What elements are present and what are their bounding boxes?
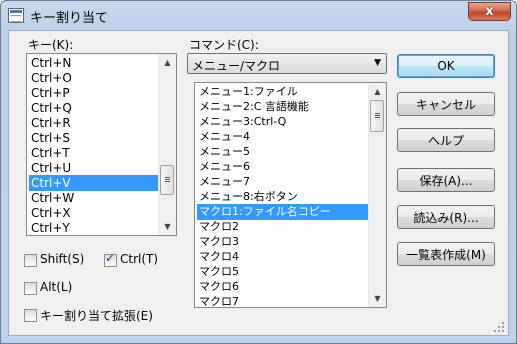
command-list-scrollbar[interactable]: ▲ ▼ [368, 83, 386, 307]
command-list-item[interactable]: メニュー1:ファイル [197, 84, 369, 100]
load-button[interactable]: 読込み(R)... [397, 205, 495, 229]
command-list-scroll-thumb[interactable] [370, 100, 384, 132]
title-bar[interactable]: キー割り当て x [1, 1, 516, 31]
alt-checkbox-label[interactable]: Alt(L) [40, 280, 72, 294]
close-icon: x [485, 4, 494, 19]
command-list-item[interactable]: マクロ7 [197, 294, 369, 307]
shift-checkbox-label[interactable]: Shift(S) [40, 252, 84, 266]
command-list-item[interactable]: メニュー4 [197, 129, 369, 145]
dialog-window: キー割り当て x キー(K): Ctrl+N Ctrl+O Ctrl+P Ctrl+Q… [0, 0, 517, 344]
help-button[interactable]: ヘルプ [397, 128, 495, 152]
ctrl-checkbox-label[interactable]: Ctrl(T) [120, 252, 158, 266]
key-list-item[interactable]: Ctrl+N [29, 55, 161, 71]
key-list-item[interactable]: Ctrl+Y [29, 220, 161, 235]
command-list-item[interactable]: マクロ1:ファイル名コピー [197, 204, 369, 220]
command-listbox[interactable]: メニュー1:ファイル メニュー2:C 言語機能 メニュー3:Ctrl-Q メニュー4 メ… [194, 82, 387, 308]
key-list-item[interactable]: Ctrl+P [29, 85, 161, 101]
check-icon: ✓ [105, 251, 116, 265]
scroll-up-arrow-icon[interactable]: ▲ [159, 54, 176, 71]
key-list-item[interactable]: Ctrl+O [29, 70, 161, 86]
scroll-down-arrow-icon[interactable]: ▼ [159, 218, 176, 235]
command-list-item[interactable]: メニュー6 [197, 159, 369, 175]
command-list-item[interactable]: マクロ5 [197, 264, 369, 280]
ok-button[interactable]: OK [397, 54, 495, 78]
command-combobox-value: メニュー/マクロ [192, 59, 281, 73]
scroll-up-arrow-icon[interactable]: ▲ [369, 83, 386, 100]
cancel-button[interactable]: キャンセル [397, 92, 495, 116]
dialog-client: キー(K): Ctrl+N Ctrl+O Ctrl+P Ctrl+Q Ctrl+R Ctr… [8, 30, 509, 336]
command-list-item[interactable]: メニュー3:Ctrl-Q [197, 114, 369, 130]
key-list-item[interactable]: Ctrl+X [29, 205, 161, 221]
app-icon [8, 8, 24, 23]
resize-grip-icon[interactable] [494, 322, 504, 332]
key-list-item[interactable]: Ctrl+S [29, 130, 161, 146]
command-list-item[interactable]: メニュー8:右ボタン [197, 189, 369, 205]
scroll-down-arrow-icon[interactable]: ▼ [369, 290, 386, 307]
key-list-scrollbar[interactable]: ▲ ▼ [158, 54, 176, 235]
key-list-item[interactable]: Ctrl+Q [29, 100, 161, 116]
command-list-item[interactable]: メニュー7 [197, 174, 369, 190]
key-list-item[interactable]: Ctrl+V [29, 175, 161, 191]
key-list-item[interactable]: Ctrl+W [29, 190, 161, 206]
list-create-button[interactable]: 一覧表作成(M) [397, 242, 495, 266]
ctrl-checkbox[interactable]: ✓ [104, 251, 117, 267]
key-list-scroll-thumb[interactable] [160, 165, 174, 195]
window-title: キー割り当て [30, 11, 109, 26]
command-list-item[interactable]: マクロ4 [197, 249, 369, 265]
chevron-down-icon: ▼ [374, 58, 381, 68]
command-combobox[interactable]: メニュー/マクロ ▼ [187, 53, 387, 74]
command-list-item[interactable]: メニュー2:C 言語機能 [197, 99, 369, 115]
key-list-label: キー(K): [28, 38, 74, 52]
command-list-item[interactable]: マクロ3 [197, 234, 369, 250]
command-list-item[interactable]: メニュー5 [197, 144, 369, 160]
key-list-item[interactable]: Ctrl+R [29, 115, 161, 131]
command-list-item[interactable]: マクロ2 [197, 219, 369, 235]
shift-checkbox[interactable] [24, 254, 37, 267]
command-label: コマンド(C): [189, 38, 259, 52]
extend-checkbox-label[interactable]: キー割り当て拡張(E) [40, 307, 153, 324]
key-list-item[interactable]: Ctrl+U [29, 160, 161, 176]
command-list-item[interactable]: マクロ6 [197, 279, 369, 295]
extend-checkbox[interactable] [24, 309, 37, 322]
alt-checkbox[interactable] [24, 282, 37, 295]
close-button[interactable]: x [468, 2, 511, 21]
save-button[interactable]: 保存(A)... [397, 168, 495, 192]
key-list-item[interactable]: Ctrl+T [29, 145, 161, 161]
key-listbox[interactable]: Ctrl+N Ctrl+O Ctrl+P Ctrl+Q Ctrl+R Ctrl+S Ctrl… [26, 53, 177, 236]
